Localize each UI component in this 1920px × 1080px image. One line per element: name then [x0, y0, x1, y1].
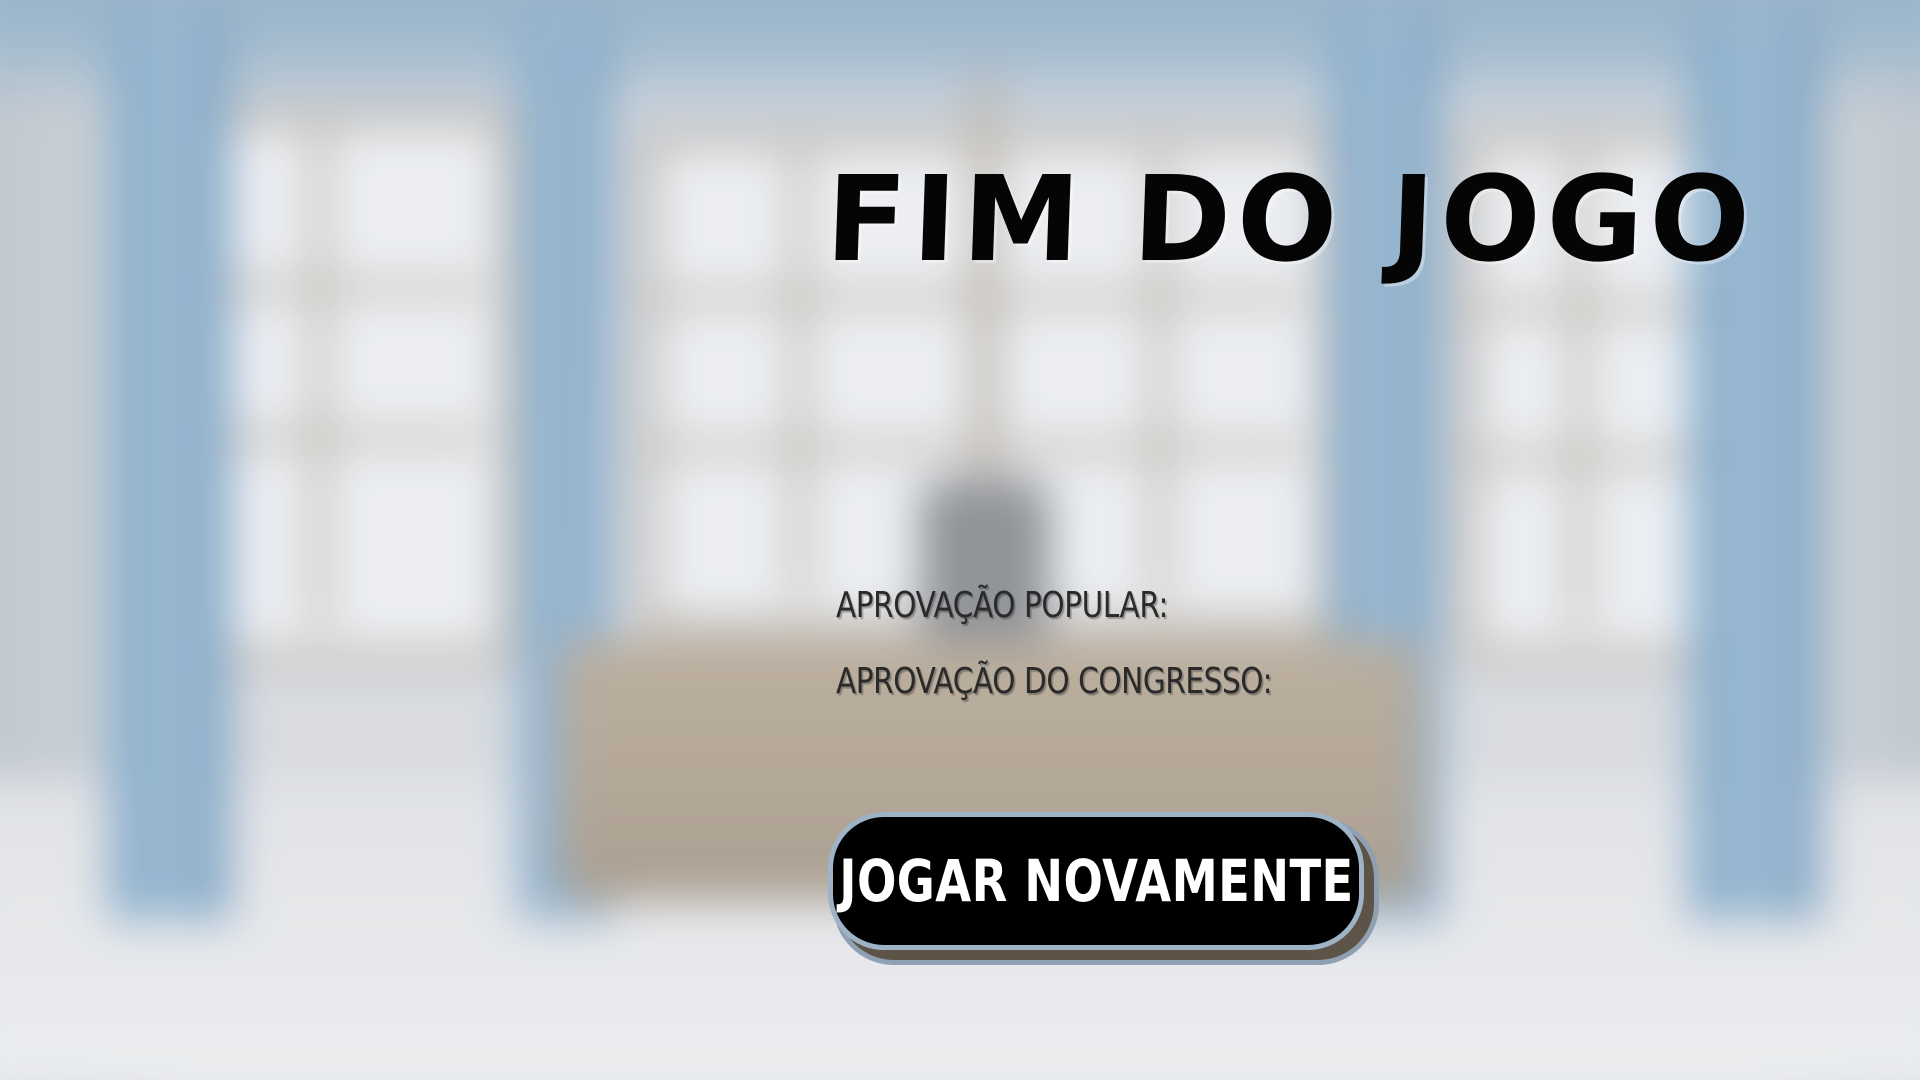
popular-approval-label: APROVAÇÃO POPULAR:: [836, 585, 1169, 626]
popular-approval-stat: APROVAÇÃO POPULAR:: [836, 588, 1280, 624]
final-stats: APROVAÇÃO POPULAR: APROVAÇÃO DO CONGRESS…: [836, 588, 1378, 740]
play-again-button[interactable]: JOGAR NOVAMENTE: [828, 812, 1364, 950]
game-over-title: FIM DO JOGO: [823, 150, 1759, 288]
congress-approval-label: APROVAÇÃO DO CONGRESSO:: [836, 661, 1273, 702]
congress-approval-stat: APROVAÇÃO DO CONGRESSO:: [836, 664, 1280, 700]
play-again-label: JOGAR NOVAMENTE: [838, 847, 1354, 915]
